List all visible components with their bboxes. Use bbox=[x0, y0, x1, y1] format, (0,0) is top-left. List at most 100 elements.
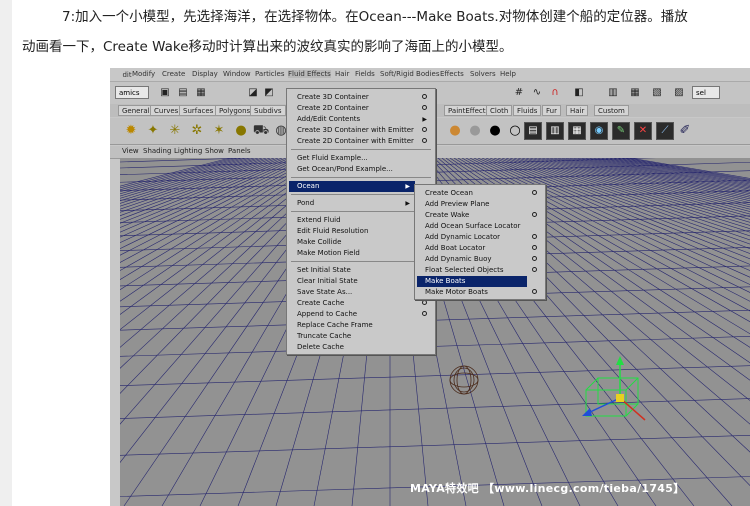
watermark: MAYA特效吧 【www.linecg.com/tieba/1745】 bbox=[410, 482, 685, 495]
menu-solvers[interactable]: Solvers bbox=[470, 70, 496, 78]
menu-particles[interactable]: Particles bbox=[255, 70, 285, 78]
menu-item-create-3d-container-emitter[interactable]: Create 3D Container with Emitter bbox=[289, 125, 432, 136]
menu-item-add-preview-plane[interactable]: Add Preview Plane bbox=[417, 199, 542, 210]
manip-x-arrow bbox=[582, 408, 592, 416]
select-hierarchy-icon[interactable]: ◪ bbox=[246, 86, 260, 100]
particle-tool-icon[interactable]: ✦ bbox=[144, 122, 162, 140]
sphere-orange-icon[interactable]: ● bbox=[446, 122, 464, 140]
menu-item-get-fluid-example[interactable]: Get Fluid Example... bbox=[289, 153, 432, 164]
menu-item-create-2d-container-emitter[interactable]: Create 2D Container with Emitter bbox=[289, 136, 432, 147]
paint-brush-icon[interactable]: ✐ bbox=[676, 122, 694, 140]
render-icon[interactable]: ▥ bbox=[606, 86, 620, 100]
shelf-tab-fur[interactable]: Fur bbox=[542, 105, 561, 116]
menu-modify[interactable]: Modify bbox=[132, 70, 155, 78]
menu-item-create-3d-container[interactable]: Create 3D Container bbox=[289, 92, 432, 103]
manip-x-axis bbox=[587, 397, 621, 414]
shelf-tab-subdivs[interactable]: Subdivs bbox=[250, 105, 286, 116]
menu-item-pond[interactable]: Pond ▶ bbox=[289, 198, 415, 209]
boat-ring-2 bbox=[456, 365, 472, 395]
shelf-tab-general[interactable]: General bbox=[118, 105, 154, 116]
menu-effects[interactable]: Effects bbox=[440, 70, 464, 78]
menu-item-add-boat-locator[interactable]: Add Boat Locator bbox=[417, 243, 542, 254]
menu-hair[interactable]: Hair bbox=[335, 70, 349, 78]
ipr-render-icon[interactable]: ▦ bbox=[628, 86, 642, 100]
panel-menu-shading[interactable]: Shading bbox=[143, 147, 171, 155]
menu-item-create-cache[interactable]: Create Cache bbox=[289, 298, 432, 309]
menu-item-replace-cache-frame[interactable]: Replace Cache Frame bbox=[289, 320, 432, 331]
select-object-icon[interactable]: ◩ bbox=[262, 86, 276, 100]
menu-item-ocean[interactable]: Ocean ▶ bbox=[289, 181, 415, 192]
shelf-tab-polygons[interactable]: Polygons bbox=[215, 105, 255, 116]
menu-item-set-initial-state[interactable]: Set Initial State bbox=[289, 265, 432, 276]
panel-menu-view[interactable]: View bbox=[122, 147, 139, 155]
menu-item-create-ocean[interactable]: Create Ocean bbox=[417, 188, 542, 199]
menu-item-make-motion-field[interactable]: Make Motion Field bbox=[289, 248, 415, 259]
ocean-submenu: Create Ocean Add Preview Plane Create Wa… bbox=[414, 184, 546, 300]
menu-item-edit-fluid-resolution[interactable]: Edit Fluid Resolution bbox=[289, 226, 415, 237]
menu-item-add-dynamic-buoy[interactable]: Add Dynamic Buoy bbox=[417, 254, 542, 265]
shelf-tab-cloth[interactable]: Cloth bbox=[486, 105, 513, 116]
shelf-tab-fluids[interactable]: Fluids bbox=[513, 105, 542, 116]
menu-item-make-motor-boats[interactable]: Make Motor Boats bbox=[417, 287, 542, 298]
hypershade-icon[interactable]: ▨ bbox=[672, 86, 686, 100]
menu-item-append-to-cache[interactable]: Append to Cache bbox=[289, 309, 432, 320]
sphere-black-icon[interactable]: ● bbox=[486, 122, 504, 140]
render-settings-icon[interactable]: ▧ bbox=[650, 86, 664, 100]
menu-soft-rigid-bodies[interactable]: Soft/Rigid Bodies bbox=[380, 70, 439, 78]
menu-edit[interactable]: ﾠdit bbox=[116, 70, 132, 80]
selection-field[interactable]: sel bbox=[692, 86, 720, 99]
paint-fluid-icon[interactable]: ✎ bbox=[612, 122, 630, 140]
boat-model bbox=[449, 365, 479, 395]
shelf-tab-hair[interactable]: Hair bbox=[566, 105, 589, 116]
panel-menu-show[interactable]: Show bbox=[205, 147, 224, 155]
new-scene-icon[interactable]: ▣ bbox=[158, 86, 172, 100]
menu-item-create-wake[interactable]: Create Wake bbox=[417, 210, 542, 221]
field-newton-icon[interactable]: ● bbox=[232, 122, 250, 140]
save-scene-icon[interactable]: ▦ bbox=[194, 86, 208, 100]
menu-item-delete-cache[interactable]: Delete Cache bbox=[289, 342, 432, 353]
menu-item-float-selected-objects[interactable]: Float Selected Objects bbox=[417, 265, 542, 276]
menu-item-get-ocean-pond-example[interactable]: Get Ocean/Pond Example... bbox=[289, 164, 432, 175]
snap-curve-icon[interactable]: ∿ bbox=[530, 86, 544, 100]
sphere-grey-icon[interactable]: ● bbox=[466, 122, 484, 140]
menu-item-truncate-cache[interactable]: Truncate Cache bbox=[289, 331, 432, 342]
menu-item-make-boats[interactable]: Make Boats bbox=[417, 276, 527, 287]
shelf-tab-surfaces[interactable]: Surfaces bbox=[179, 105, 218, 116]
menu-item-make-collide[interactable]: Make Collide bbox=[289, 237, 415, 248]
panel-menu-lighting[interactable]: Lighting bbox=[174, 147, 202, 155]
menu-display[interactable]: Display bbox=[192, 70, 218, 78]
fluid-emitter-icon[interactable]: ▦ bbox=[568, 122, 586, 140]
snap-grid-icon[interactable]: # bbox=[512, 86, 526, 100]
field-drag-icon[interactable]: ✲ bbox=[188, 122, 206, 140]
menu-fields[interactable]: Fields bbox=[355, 70, 375, 78]
field-air-icon[interactable]: ✳ bbox=[166, 122, 184, 140]
mode-select[interactable]: amics bbox=[115, 86, 149, 99]
maya-screenshot: ﾠdit Modify Create Display Window Partic… bbox=[110, 68, 750, 506]
menu-create[interactable]: Create bbox=[162, 70, 185, 78]
menu-item-extend-fluid[interactable]: Extend Fluid bbox=[289, 215, 415, 226]
field-gravity-icon[interactable]: ✶ bbox=[210, 122, 228, 140]
shelf-tab-curves[interactable]: Curves bbox=[150, 105, 183, 116]
shelf-tab-custom[interactable]: Custom bbox=[594, 105, 629, 116]
menu-item-create-2d-container[interactable]: Create 2D Container bbox=[289, 103, 432, 114]
rigid-body-icon[interactable]: ⛟ bbox=[252, 122, 270, 140]
menu-item-add-edit-contents[interactable]: Add/Edit Contents ▶ bbox=[289, 114, 432, 125]
panel-menu-panels[interactable]: Panels bbox=[228, 147, 251, 155]
history-icon[interactable]: ◧ bbox=[572, 86, 586, 100]
open-scene-icon[interactable]: ▤ bbox=[176, 86, 190, 100]
menu-item-clear-initial-state[interactable]: Clear Initial State bbox=[289, 276, 432, 287]
fluid-3d-icon[interactable]: ▥ bbox=[546, 122, 564, 140]
delete-fluid-icon[interactable]: ✕ bbox=[634, 122, 652, 140]
emitter-icon[interactable]: ✹ bbox=[122, 122, 140, 140]
menu-fluid-effects[interactable]: Fluid Effects bbox=[288, 70, 331, 78]
menu-item-save-state-as[interactable]: Save State As... bbox=[289, 287, 432, 298]
make-collide-icon[interactable]: ⟋ bbox=[656, 122, 674, 140]
menu-window[interactable]: Window bbox=[223, 70, 251, 78]
magnet-icon[interactable]: ∩ bbox=[548, 86, 562, 100]
menu-help[interactable]: Help bbox=[500, 70, 516, 78]
ocean-icon[interactable]: ◉ bbox=[590, 122, 608, 140]
menu-item-add-ocean-surface-locator[interactable]: Add Ocean Surface Locator bbox=[417, 221, 542, 232]
menu-item-add-dynamic-locator[interactable]: Add Dynamic Locator bbox=[417, 232, 542, 243]
sphere-outline-icon[interactable]: ○ bbox=[506, 122, 524, 140]
fluid-2d-icon[interactable]: ▤ bbox=[524, 122, 542, 140]
